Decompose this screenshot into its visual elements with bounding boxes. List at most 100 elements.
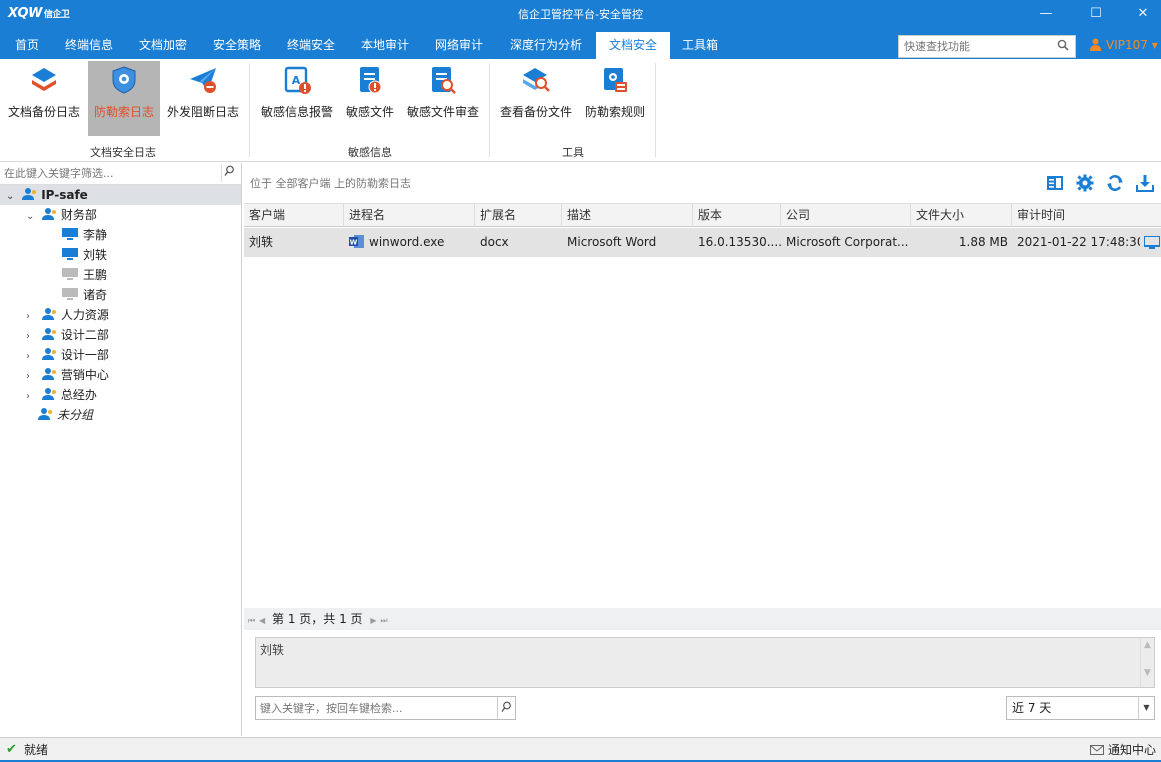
status-text: 就绪 (24, 743, 49, 757)
chevron-down-icon[interactable]: ⌄ (26, 207, 38, 227)
pager: ⏮ ◀ 第 1 页，共 1 页 ▶ ⏭ (244, 608, 1161, 630)
outbound-block-log-button[interactable]: 外发阻断日志 (164, 61, 242, 136)
doc-alert-icon: A (284, 66, 311, 94)
first-page-icon[interactable]: ⏮ (248, 616, 255, 625)
window-title: 信企卫管控平台-安全管控 (518, 8, 643, 21)
tree-dept-design1[interactable]: › 设计一部 (26, 345, 109, 365)
group-icon (41, 348, 56, 360)
last-page-icon[interactable]: ⏭ (380, 616, 387, 625)
col-process[interactable]: 进程名 (344, 204, 475, 227)
ribbon-separator (489, 63, 490, 157)
search-icon[interactable] (497, 697, 515, 719)
tree-user-zhuqi[interactable]: 诸奇 (62, 285, 107, 305)
layers-icon (32, 68, 56, 91)
cell-extension: docx (480, 235, 509, 249)
group-label-sensitive: 敏感信息 (348, 146, 392, 159)
notification-center[interactable]: 通知中心 (1090, 738, 1156, 762)
paper-plane-icon (190, 68, 216, 93)
chevron-right-icon[interactable]: › (26, 327, 38, 347)
detail-panel[interactable]: 刘轶 ▲ ▼ (255, 637, 1155, 688)
view-backup-button[interactable]: 查看备份文件 (496, 61, 576, 136)
col-file-size[interactable]: 文件大小 (911, 204, 1012, 227)
tree-ungrouped[interactable]: 未分组 (38, 405, 93, 425)
menu-doc-security[interactable]: 文档安全 (596, 32, 670, 59)
filter-search-icon[interactable] (221, 165, 237, 182)
tree-dept-hr[interactable]: › 人力资源 (26, 305, 109, 325)
keyword-search-input[interactable] (256, 697, 494, 719)
org-tree-panel: ⌄ IP-safe ⌄ 财务部 李静 刘轶 王鹏 诸奇 › 人力资源 › 设计二… (0, 163, 242, 736)
title-bar: XQW 信企卫 信企卫管控平台-安全管控 — ☐ ✕ (0, 0, 1161, 32)
group-icon (41, 388, 56, 400)
minimize-button[interactable]: — (1035, 6, 1057, 26)
time-range-select[interactable]: 近 7 天 ▼ (1006, 696, 1155, 720)
cell-file-size: 1.88 MB (958, 235, 1008, 249)
table-row[interactable]: 刘轶 Wwinword.exe docx Microsoft Word 16.0… (244, 228, 1161, 257)
menu-terminal-security[interactable]: 终端安全 (278, 32, 344, 59)
tree-dept-finance[interactable]: ⌄ 财务部 (26, 205, 97, 225)
tree-filter[interactable] (0, 163, 241, 185)
group-icon (22, 188, 37, 200)
refresh-icon[interactable] (1106, 174, 1124, 192)
chevron-right-icon[interactable]: › (26, 347, 38, 367)
menu-network-audit[interactable]: 网络审计 (426, 32, 492, 59)
cell-process: Wwinword.exe (349, 235, 445, 249)
col-audit-time[interactable]: 审计时间 (1012, 204, 1161, 227)
prev-page-icon[interactable]: ◀ (259, 616, 265, 625)
tree-user-liuyi[interactable]: 刘轶 (62, 245, 107, 265)
computer-online-icon[interactable] (1144, 236, 1160, 249)
sensitive-file-button[interactable]: 敏感文件 (342, 61, 398, 136)
chevron-right-icon[interactable]: › (26, 367, 38, 387)
sensitive-alert-button[interactable]: A 敏感信息报警 (256, 61, 338, 136)
menu-home[interactable]: 首页 (4, 32, 50, 59)
menu-local-audit[interactable]: 本地审计 (352, 32, 418, 59)
tree-user-wangpeng[interactable]: 王鹏 (62, 265, 107, 285)
col-extension[interactable]: 扩展名 (475, 204, 562, 227)
quick-search-input[interactable] (899, 36, 1049, 57)
cell-version: 16.0.13530.... (698, 235, 781, 249)
quick-search[interactable] (898, 35, 1076, 58)
menu-behavior-analysis[interactable]: 深度行为分析 (500, 32, 592, 59)
gear-icon[interactable] (1076, 174, 1094, 192)
close-button[interactable]: ✕ (1132, 6, 1154, 26)
shield-icon (112, 66, 136, 94)
tree-dept-marketing[interactable]: › 营销中心 (26, 365, 109, 385)
col-description[interactable]: 描述 (562, 204, 693, 227)
cell-audit-time: 2021-01-22 17:48:30 (1017, 235, 1140, 249)
keyword-search[interactable] (255, 696, 516, 720)
column-layout-icon[interactable] (1046, 174, 1064, 192)
col-version[interactable]: 版本 (693, 204, 781, 227)
group-icon (41, 368, 56, 380)
tree-filter-input[interactable] (0, 163, 215, 184)
group-icon (41, 308, 56, 320)
sensitive-review-button[interactable]: 敏感文件审查 (402, 61, 484, 136)
search-icon[interactable] (1057, 39, 1069, 54)
chevron-down-icon[interactable]: ⌄ (6, 187, 18, 207)
menu-doc-encryption[interactable]: 文档加密 (130, 32, 196, 59)
tree-root[interactable]: ⌄ IP-safe (0, 185, 241, 205)
tree-dept-gm-office[interactable]: › 总经办 (26, 385, 97, 405)
col-company[interactable]: 公司 (781, 204, 911, 227)
menu-terminal-info[interactable]: 终端信息 (56, 32, 122, 59)
col-client[interactable]: 客户端 (244, 204, 344, 227)
chevron-right-icon[interactable]: › (26, 387, 38, 407)
detail-scrollbar[interactable]: ▲ ▼ (1140, 638, 1154, 687)
anti-ransom-rule-button[interactable]: 防勒索规则 (580, 61, 650, 136)
page-info: 第 1 页，共 1 页 (272, 612, 363, 626)
tree-user-lijing[interactable]: 李静 (62, 225, 107, 245)
anti-ransom-log-button[interactable]: 防勒索日志 (88, 61, 160, 136)
doc-backup-log-button[interactable]: 文档备份日志 (4, 61, 84, 136)
tree-dept-design2[interactable]: › 设计二部 (26, 325, 109, 345)
file-alert-icon (360, 67, 382, 94)
chevron-right-icon[interactable]: › (26, 307, 38, 327)
file-search-icon (432, 67, 456, 94)
cell-client: 刘轶 (249, 235, 274, 249)
chevron-down-icon[interactable]: ▼ (1138, 697, 1154, 719)
menu-security-policy[interactable]: 安全策略 (204, 32, 270, 59)
user-icon (1090, 38, 1101, 51)
next-page-icon[interactable]: ▶ (370, 616, 376, 625)
user-menu[interactable]: VIP107 ▾ (1090, 32, 1158, 59)
maximize-button[interactable]: ☐ (1085, 6, 1107, 26)
menu-toolbox[interactable]: 工具箱 (672, 32, 728, 59)
download-icon[interactable] (1136, 174, 1154, 192)
ribbon-toolbar: 文档备份日志 防勒索日志 外发阻断日志 文档安全日志 A 敏感信息报警 敏感文件… (0, 59, 1161, 162)
